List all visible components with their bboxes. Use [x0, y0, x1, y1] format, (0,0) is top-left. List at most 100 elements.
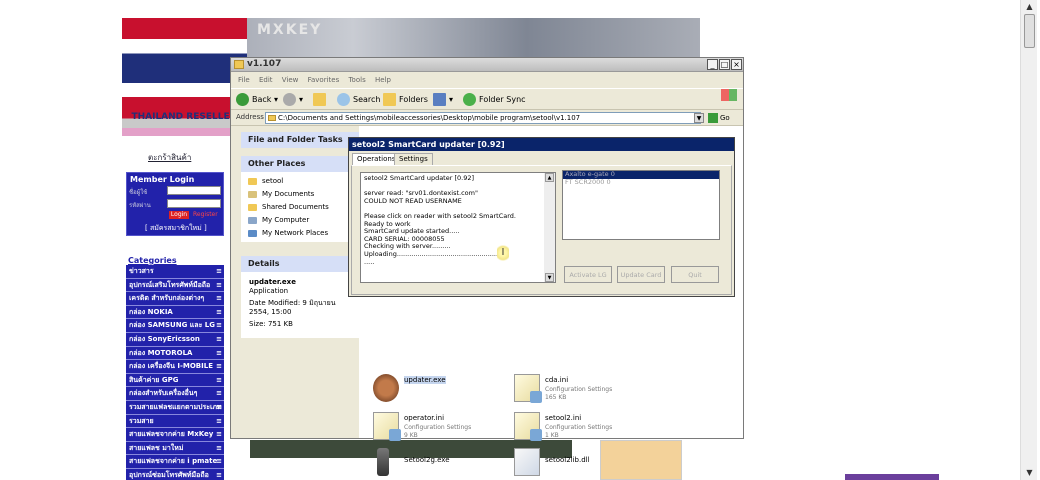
minimize-button[interactable]: _ [707, 59, 718, 70]
toolbar: Back ▾ ▾ Search Folders ▾ Folder Sync [231, 88, 743, 110]
category-list: ข่าวสาร อุปกรณ์เสริมโทรศัพท์มือถือ เครดิ… [126, 265, 224, 480]
views-button[interactable]: ▾ [433, 92, 453, 108]
close-button[interactable]: × [731, 59, 742, 70]
login-button[interactable]: Login [169, 211, 189, 219]
reader-item[interactable]: FT SCR2000 0 [563, 178, 719, 187]
back-button[interactable]: Back ▾ [236, 92, 278, 108]
category-item[interactable]: กล่องสำหรับเครื่องอื่นๆ [126, 387, 224, 401]
dll-file-icon [514, 448, 540, 476]
category-item[interactable]: อุปกรณ์ซ่อมโทรศัพท์มือถือ [126, 468, 224, 480]
up-folder-button[interactable] [313, 92, 329, 108]
place-my-computer[interactable]: My Computer [241, 214, 359, 227]
activate-lg-button[interactable]: Activate LG [564, 266, 612, 283]
category-item[interactable]: สายแฟลช มาใหม่ [126, 441, 224, 456]
file-item-updater[interactable]: updater.exe [373, 370, 503, 408]
folders-icon [383, 93, 396, 106]
category-item[interactable]: สายแฟลชจากค่าย MxKey [126, 428, 224, 442]
folders-button[interactable]: Folders [383, 92, 428, 108]
password-input[interactable] [167, 199, 221, 208]
category-item[interactable]: กล่อง SAMSUNG และ LG [126, 319, 224, 333]
username-input[interactable] [167, 186, 221, 195]
network-icon [248, 230, 257, 237]
search-button[interactable]: Search [337, 92, 380, 108]
place-shared-documents[interactable]: Shared Documents [241, 201, 359, 214]
place-setool[interactable]: setool [241, 175, 359, 188]
category-item[interactable]: กล่อง เครื่องจีน I-MOBILE [126, 360, 224, 374]
category-item[interactable]: อุปกรณ์เสริมโทรศัพท์มือถือ [126, 278, 224, 293]
config-file-icon [514, 412, 542, 441]
file-size: 1 KB [545, 432, 559, 439]
file-name: setool2lib.dll [545, 456, 590, 464]
folder-sync-label: Folder Sync [479, 95, 526, 104]
folder-sync-button[interactable]: Folder Sync [463, 92, 526, 108]
reseller-label: THAILAND RESELLER [131, 112, 237, 122]
log-output: setool2 SmartCard updater [0.92] server … [360, 172, 556, 283]
menu-help[interactable]: Help [375, 73, 391, 87]
go-label: Go [720, 114, 730, 122]
log-scrollbar[interactable]: ▲ ▼ [544, 173, 555, 282]
menu-view[interactable]: View [282, 73, 299, 87]
file-item-operator[interactable]: operator.ini Configuration Settings 9 KB [373, 408, 503, 446]
menu-file[interactable]: File [238, 73, 250, 87]
file-name: operator.ini [404, 414, 445, 422]
menu-bar: File Edit View Favorites Tools Help [231, 73, 743, 101]
place-label: setool [262, 177, 284, 185]
go-arrow-icon [708, 113, 718, 123]
category-item[interactable]: รวมสายแฟลชแยกตามประเภท [126, 400, 224, 415]
other-places-panel: Other Places setool My Documents Shared … [241, 156, 359, 242]
explorer-titlebar[interactable]: v1.107 _ □ × [231, 58, 743, 72]
page: MXKEY THAILAND RESELLER ตะกร้าสินค้า Mem… [0, 0, 1040, 480]
details-filename: updater.exe [249, 278, 296, 286]
dialog-title[interactable]: setool2 SmartCard updater [0.92] [349, 138, 734, 151]
category-item[interactable]: กล่อง NOKIA [126, 305, 224, 320]
file-tasks-panel[interactable]: File and Folder Tasks [241, 132, 359, 148]
join-link[interactable]: [ สมัครสมาชิกใหม่ ] [145, 223, 207, 234]
file-tasks-title: File and Folder Tasks [241, 132, 359, 148]
quit-button[interactable]: Quit [671, 266, 719, 283]
menu-edit[interactable]: Edit [259, 73, 273, 87]
address-input[interactable]: C:\Documents and Settings\mobileaccessor… [265, 112, 701, 124]
file-item-setool2-ini[interactable]: setool2.ini Configuration Settings 1 KB [514, 408, 644, 446]
forward-button[interactable]: ▾ [283, 92, 303, 108]
scrollbar-thumb[interactable] [1024, 14, 1035, 48]
config-file-icon [373, 412, 401, 441]
address-dropdown-icon[interactable]: ▼ [694, 113, 704, 123]
register-link[interactable]: Register [193, 211, 218, 218]
cart-link[interactable]: ตะกร้าสินค้า [148, 151, 191, 164]
file-name: updater.exe [404, 376, 446, 384]
brand-logo: MXKEY [257, 22, 323, 38]
page-scrollbar[interactable]: ▲ ▼ [1020, 0, 1037, 480]
place-my-documents[interactable]: My Documents [241, 188, 359, 201]
shared-folder-icon [248, 204, 257, 211]
member-login-title: Member Login [130, 175, 195, 184]
back-label: Back [252, 95, 272, 104]
menu-favorites[interactable]: Favorites [308, 73, 340, 87]
scroll-down-icon[interactable]: ▼ [1023, 466, 1036, 479]
place-my-network[interactable]: My Network Places [241, 227, 359, 240]
place-label: My Documents [262, 190, 315, 198]
maximize-button[interactable]: □ [719, 59, 730, 70]
category-item[interactable]: เครดิต สำหรับกล่องต่างๆ [126, 292, 224, 306]
file-item-setool2lib[interactable]: setool2lib.dll [514, 444, 644, 476]
category-item[interactable]: กล่อง MOTOROLA [126, 346, 224, 361]
scroll-up-icon[interactable]: ▲ [1023, 0, 1036, 13]
category-item[interactable]: กล่อง SonyEricsson [126, 332, 224, 347]
category-item[interactable]: ข่าวสาร [126, 265, 224, 279]
folder-icon [248, 178, 257, 185]
category-item[interactable]: สินค้าค่าย GPG [126, 373, 224, 388]
setool-dialog: setool2 SmartCard updater [0.92] Operati… [348, 137, 735, 297]
scroll-up-icon[interactable]: ▲ [545, 173, 554, 182]
category-item[interactable]: สายแฟลชจากค่าย i pmate [126, 455, 224, 469]
other-places-title[interactable]: Other Places [241, 156, 359, 172]
category-item[interactable]: รวมสาย [126, 414, 224, 429]
file-item-cda[interactable]: cda.ini Configuration Settings 165 KB [514, 370, 644, 408]
scroll-down-icon[interactable]: ▼ [545, 273, 554, 282]
tab-settings[interactable]: Settings [394, 153, 433, 165]
side-banner [845, 474, 939, 480]
details-title[interactable]: Details [241, 256, 359, 272]
update-card-button[interactable]: Update Card [617, 266, 665, 283]
go-button[interactable]: Go [708, 112, 740, 124]
file-size: 165 KB [545, 394, 567, 401]
menu-tools[interactable]: Tools [348, 73, 365, 87]
file-item-setool2g[interactable]: Setool2g.exe [373, 444, 503, 476]
